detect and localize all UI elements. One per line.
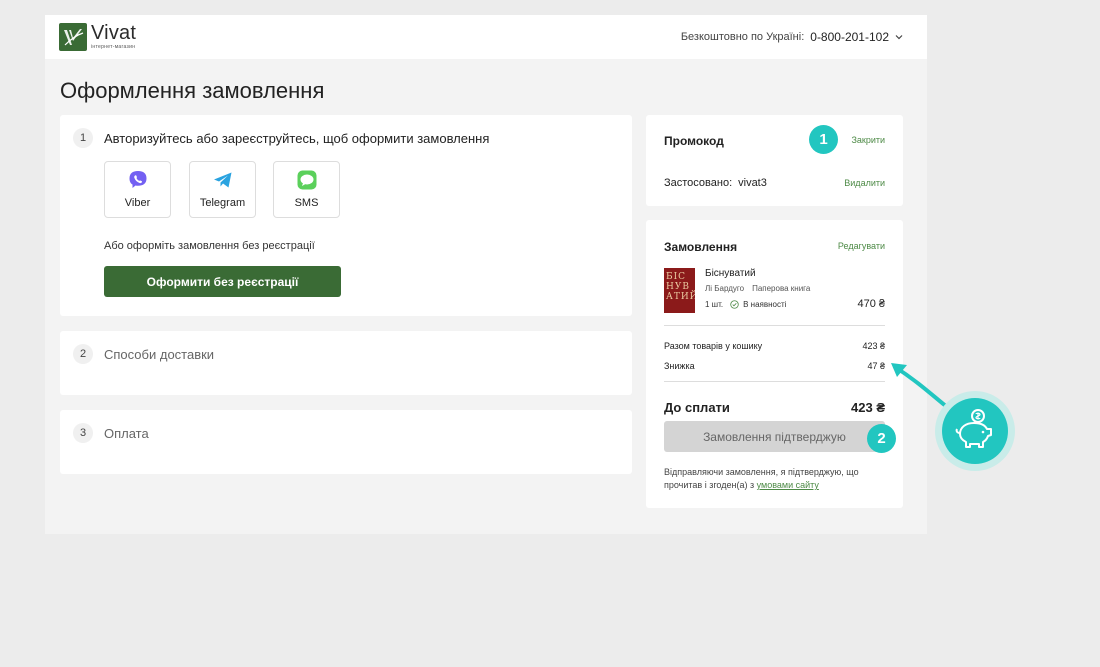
telegram-button[interactable]: Telegram (189, 161, 256, 218)
check-circle-icon (730, 300, 739, 309)
step-payment[interactable]: 3 Оплата (60, 410, 632, 474)
total-value: 423 ₴ (851, 400, 885, 415)
terms-link[interactable]: умовами сайту (757, 480, 819, 490)
step-title: Авторизуйтесь або зареєструйтесь, щоб оф… (104, 131, 490, 146)
book-cover-image[interactable]: БІС НУВ АТИЙ (664, 268, 695, 313)
promo-delete-link[interactable]: Видалити (844, 178, 885, 188)
discount-row: Знижка 47 ₴ (664, 361, 885, 371)
step-delivery[interactable]: 2 Способи доставки (60, 331, 632, 395)
confirm-order-button[interactable]: Замовлення підтверджую (664, 421, 885, 452)
subtotal-row: Разом товарів у кошику 423 ₴ (664, 341, 885, 351)
book-quantity: 1 шт. (705, 300, 724, 309)
discount-label: Знижка (664, 361, 695, 371)
legal-text: Відправляючи замовлення, я підтверджую, … (664, 466, 889, 492)
promo-title: Промокод (664, 134, 724, 148)
book-title[interactable]: Біснуватий (705, 268, 756, 279)
phone-label: Безкоштовно по Україні: (680, 31, 805, 43)
divider (664, 381, 885, 382)
book-availability: В наявності (743, 300, 787, 309)
sms-icon (296, 169, 318, 191)
book-price: 470 ₴ (857, 298, 885, 310)
viber-button[interactable]: Viber (104, 161, 171, 218)
order-title: Замовлення (664, 240, 738, 254)
site-header: Vivat інтернет-магазин Безкоштовно по Ук… (45, 15, 927, 59)
subtotal-label: Разом товарів у кошику (664, 341, 763, 351)
order-edit-link[interactable]: Редагувати (838, 241, 885, 251)
promo-close-link[interactable]: Закрити (851, 135, 885, 145)
site-logo[interactable]: Vivat інтернет-магазин (59, 23, 136, 51)
book-format: Паперова книга (752, 284, 811, 293)
step-number: 1 (73, 128, 93, 148)
total-row: До сплати 423 ₴ (664, 400, 885, 415)
promo-code: vivat3 (738, 177, 767, 189)
subtotal-value: 423 ₴ (862, 341, 885, 351)
page-title: Оформлення замовлення (60, 78, 325, 103)
chevron-down-icon (895, 35, 903, 40)
step-number: 3 (73, 423, 93, 443)
logo-name: Vivat (91, 22, 137, 44)
discount-value: 47 ₴ (867, 361, 885, 371)
sms-label: SMS (294, 197, 319, 209)
phone-number: 0-800-201-102 (810, 30, 889, 44)
piggy-bank-badge (935, 391, 1015, 471)
divider (664, 325, 885, 326)
logo-subtitle: інтернет-магазин (91, 44, 136, 50)
viber-icon (127, 169, 149, 191)
annotation-marker-1: 1 (809, 125, 838, 154)
piggy-bank-icon (955, 409, 992, 448)
order-summary-card: Замовлення Редагувати БІС НУВ АТИЙ Бісну… (646, 220, 903, 508)
page-container: Vivat інтернет-магазин Безкоштовно по Ук… (45, 15, 927, 534)
step-number: 2 (73, 344, 93, 364)
step-title: Способи доставки (104, 347, 215, 362)
telegram-label: Telegram (199, 197, 246, 209)
telegram-icon (212, 169, 234, 191)
guest-checkout-text: Або оформіть замовлення без реєстрації (104, 240, 315, 252)
phone-dropdown[interactable]: Безкоштовно по Україні: 0-800-201-102 (681, 30, 903, 44)
total-label: До сплати (664, 400, 730, 415)
step-authorization: 1 Авторизуйтесь або зареєструйтесь, щоб … (60, 115, 632, 316)
promo-applied-label: Застосовано: (664, 177, 733, 189)
viber-label: Viber (124, 197, 151, 209)
book-quantity-row: 1 шт. В наявності (705, 300, 786, 309)
annotation-marker-2: 2 (867, 424, 896, 453)
book-author: Лі Бардуго (705, 284, 745, 293)
guest-checkout-button[interactable]: Оформити без реєстрації (104, 266, 341, 297)
book-meta: Лі Бардуго Паперова книга (705, 284, 810, 293)
sms-button[interactable]: SMS (273, 161, 340, 218)
promo-applied: Застосовано: vivat3 (664, 177, 767, 189)
book-cover-text: БІС НУВ АТИЙ (666, 272, 695, 302)
promo-card: Промокод Закрити Застосовано: vivat3 Вида… (646, 115, 903, 206)
logo-icon (59, 23, 87, 51)
step-title: Оплата (104, 426, 149, 441)
